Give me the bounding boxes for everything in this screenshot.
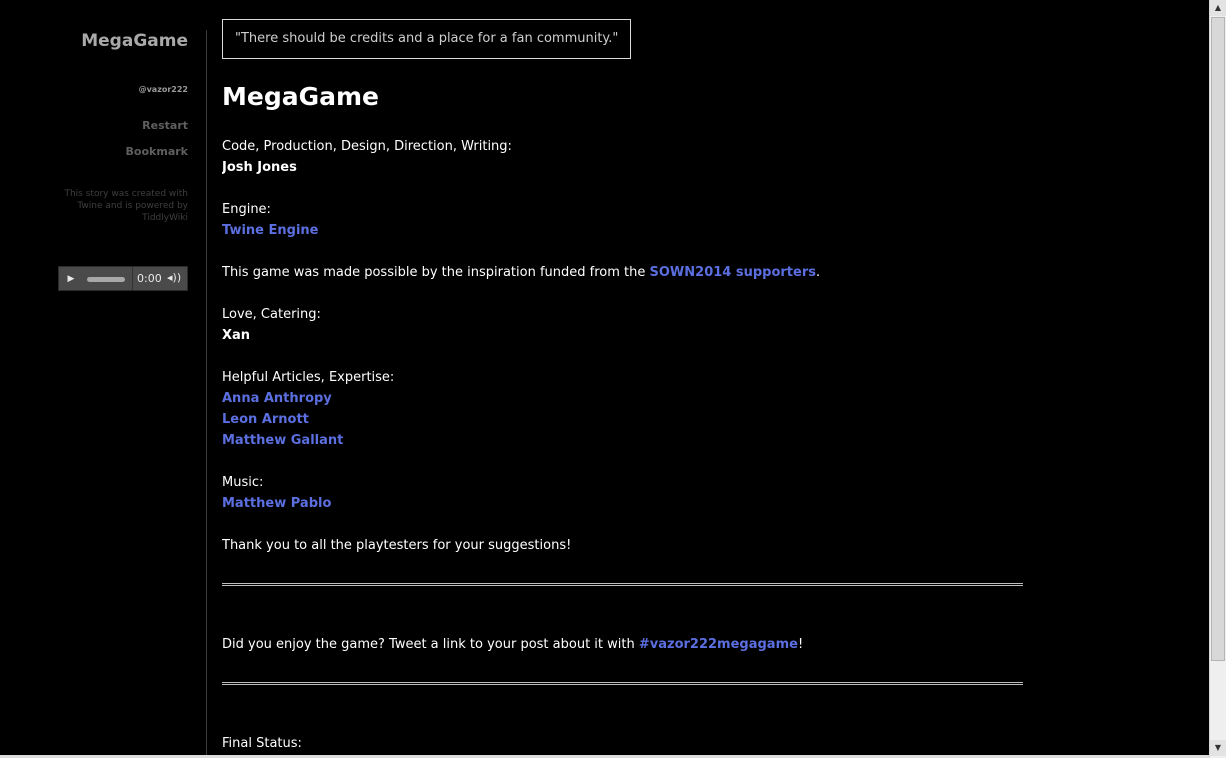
tweet-text: Did you enjoy the game? Tweet a link to … — [222, 634, 1207, 655]
article-link-leon[interactable]: Leon Arnott — [222, 412, 309, 427]
scroll-up-icon[interactable]: ▲ — [1210, 0, 1226, 16]
audio-divider — [132, 267, 133, 290]
story-author: @vazor222 — [138, 85, 188, 94]
audio-player: ▶ 0:00 ◂)) — [58, 266, 188, 291]
play-icon[interactable]: ▶ — [65, 273, 77, 285]
scroll-thumb[interactable] — [1211, 17, 1225, 661]
code-name: Josh Jones — [222, 160, 297, 175]
inspiration-pre: This game was made possible by the inspi… — [222, 265, 650, 280]
final-status-label: Final Status: — [222, 736, 302, 751]
volume-icon[interactable]: ◂)) — [167, 271, 181, 284]
sidebar-divider — [206, 30, 207, 758]
music-link[interactable]: Matthew Pablo — [222, 496, 331, 511]
tweet-pre: Did you enjoy the game? Tweet a link to … — [222, 637, 639, 652]
inspiration-post: . — [815, 265, 821, 280]
vertical-scrollbar[interactable]: ▲ ▼ — [1209, 0, 1226, 758]
love-label: Love, Catering: — [222, 307, 321, 322]
sidebar: MegaGame @vazor222 Restart Bookmark This… — [0, 0, 206, 758]
code-label: Code, Production, Design, Direction, Wri… — [222, 139, 512, 154]
passage-quote: "There should be credits and a place for… — [222, 19, 632, 59]
love-name: Xan — [222, 328, 251, 343]
articles-label: Helpful Articles, Expertise: — [222, 370, 395, 385]
bookmark-link[interactable]: Bookmark — [126, 145, 188, 158]
audio-progress-track[interactable] — [87, 277, 125, 282]
passage-title: MegaGame — [222, 82, 379, 111]
thanks-text: Thank you to all the playtesters for you… — [222, 538, 572, 553]
passage-content: "There should be credits and a place for… — [222, 19, 1207, 758]
twine-engine-link[interactable]: Twine Engine — [222, 223, 318, 238]
audio-time: 0:00 — [137, 272, 162, 285]
sown2014-link[interactable]: SOWN2014 supporters — [650, 265, 816, 280]
tweet-post: ! — [797, 637, 804, 652]
engine-label: Engine: — [222, 202, 271, 217]
article-link-anna[interactable]: Anna Anthropy — [222, 391, 332, 406]
hashtag-link[interactable]: #vazor222megagame — [639, 637, 798, 652]
restart-link[interactable]: Restart — [142, 119, 188, 132]
story-title: MegaGame — [81, 31, 188, 51]
scroll-down-icon[interactable]: ▼ — [1210, 740, 1226, 756]
article-link-matthew[interactable]: Matthew Gallant — [222, 433, 343, 448]
inspiration-text: This game was made possible by the inspi… — [222, 262, 1207, 283]
music-label: Music: — [222, 475, 264, 490]
twine-credit: This story was created with Twine and is… — [64, 189, 188, 223]
